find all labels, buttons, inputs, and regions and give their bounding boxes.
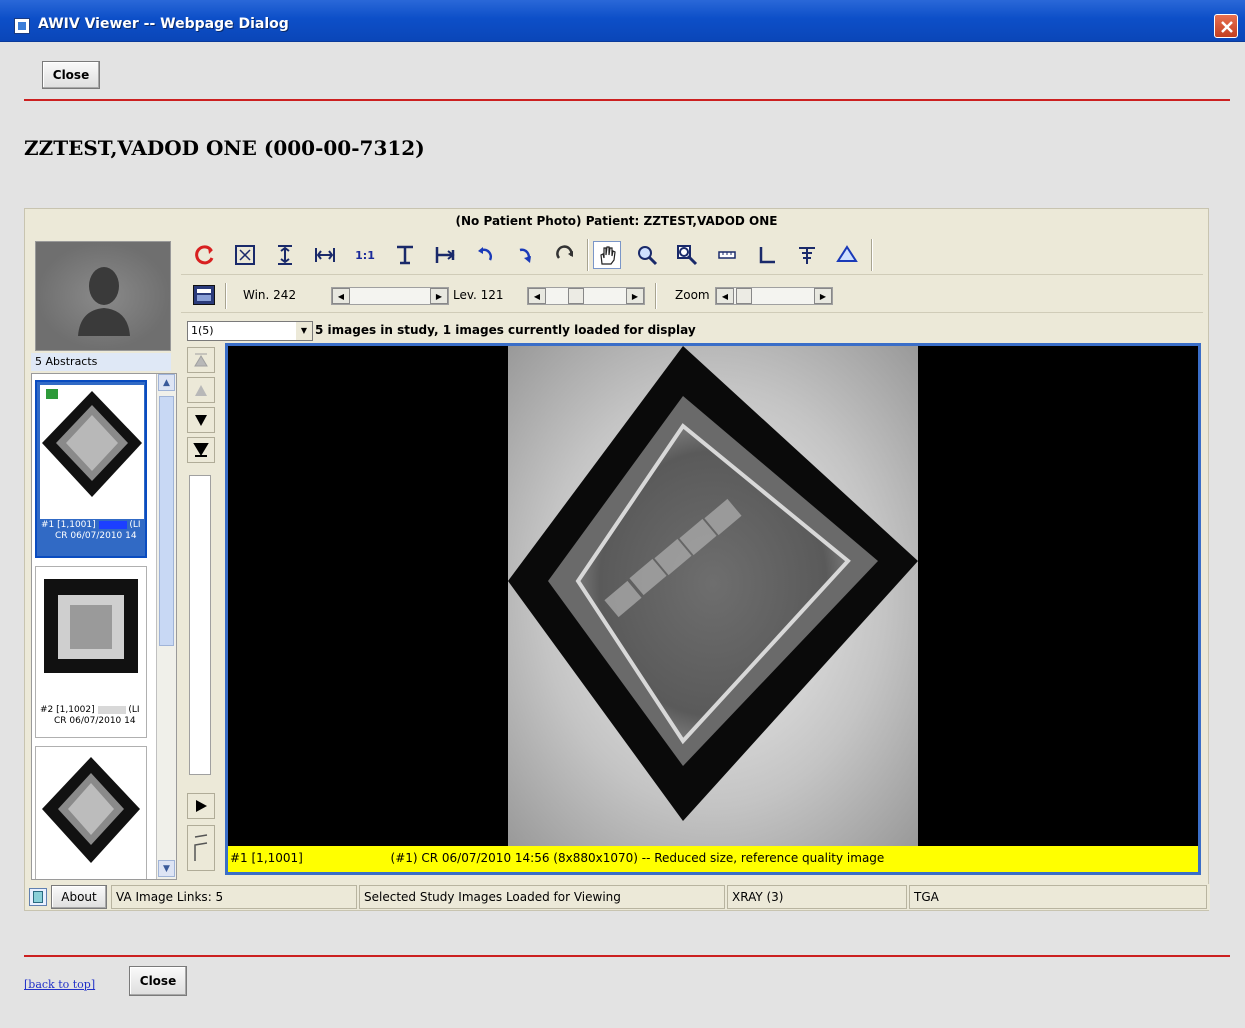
level-decrease-arrow[interactable]: ◀ bbox=[528, 288, 546, 304]
thumbnail-caption-2: #2 [1,1002] (LI CR 06/07/2010 14 bbox=[40, 705, 140, 726]
rotate-right-icon[interactable] bbox=[511, 241, 539, 269]
window-titlebar: AWIV Viewer -- Webpage Dialog bbox=[0, 0, 1245, 42]
window-level-preset-icon[interactable] bbox=[193, 285, 215, 305]
thumbnail-item-1[interactable]: #1 [1,1001] (LI CR 06/07/2010 14 bbox=[35, 380, 147, 558]
reset-icon[interactable] bbox=[191, 241, 219, 269]
level-increase-arrow[interactable]: ▶ bbox=[626, 288, 644, 304]
magnifier-icon[interactable] bbox=[673, 241, 701, 269]
angle-icon[interactable] bbox=[753, 241, 781, 269]
image-caption-details: (#1) CR 06/07/2010 14:56 (8x880x1070) --… bbox=[390, 851, 885, 865]
fit-to-window-icon[interactable] bbox=[231, 241, 259, 269]
window-slider[interactable]: ◀ ▶ bbox=[331, 287, 449, 305]
scrollbar-thumb[interactable] bbox=[159, 396, 174, 646]
zoom-decrease-arrow[interactable]: ◀ bbox=[716, 288, 734, 304]
tool-toolbar: 1:1 bbox=[181, 235, 1203, 275]
close-icon bbox=[1221, 21, 1233, 33]
speed-slider-icon bbox=[194, 834, 208, 861]
thumbnail-image bbox=[40, 571, 142, 701]
xray-image bbox=[508, 346, 918, 846]
level-label: Lev. 121 bbox=[453, 288, 504, 302]
zoom-slider[interactable]: ◀ ▶ bbox=[715, 287, 833, 305]
person-silhouette-icon bbox=[78, 267, 130, 336]
previous-image-icon bbox=[195, 385, 207, 396]
modality-status: XRAY (3) bbox=[727, 885, 907, 909]
window-increase-arrow[interactable]: ▶ bbox=[430, 288, 448, 304]
document-icon[interactable] bbox=[29, 888, 47, 906]
level-slider[interactable]: ◀ ▶ bbox=[527, 287, 645, 305]
first-image-button[interactable] bbox=[187, 347, 215, 373]
load-status: Selected Study Images Loaded for Viewing bbox=[359, 885, 725, 909]
patient-photo-placeholder bbox=[35, 241, 171, 351]
toolbar-separator bbox=[655, 283, 657, 309]
thumbnail-item-3[interactable] bbox=[35, 746, 147, 879]
back-to-top-link[interactable]: [back to top] bbox=[24, 978, 95, 991]
abstracts-panel: 5 Abstracts #1 [1,1001] (LI CR 06/07/201… bbox=[31, 237, 177, 880]
rotate-left-icon[interactable] bbox=[471, 241, 499, 269]
image-scroll-track[interactable] bbox=[189, 475, 211, 775]
thumbnail-caption-1: #1 [1,1001] (LI CR 06/07/2010 14 bbox=[41, 520, 141, 541]
next-image-icon bbox=[195, 415, 207, 426]
image-caption-id: #1 [1,1001] bbox=[230, 851, 303, 865]
thumbnail-image bbox=[40, 385, 144, 519]
cine-speed-control[interactable] bbox=[187, 825, 215, 871]
fit-width-icon[interactable] bbox=[311, 241, 339, 269]
main-image-display[interactable]: #1 [1,1001] (#1) CR 06/07/2010 14:56 (8x… bbox=[225, 343, 1201, 875]
erase-icon[interactable] bbox=[833, 241, 861, 269]
flip-horizontal-icon[interactable] bbox=[431, 241, 459, 269]
toolbar-separator bbox=[225, 283, 227, 309]
thumbnail-list: #1 [1,1001] (LI CR 06/07/2010 14 #2 [1,1… bbox=[31, 373, 177, 880]
image-select-dropdown[interactable]: 1(5) ▼ bbox=[187, 321, 313, 341]
zoom-label: Zoom bbox=[675, 288, 710, 302]
study-info-row: 1(5) ▼ 5 images in study, 1 images curre… bbox=[181, 319, 1203, 341]
flip-vertical-icon[interactable] bbox=[391, 241, 419, 269]
close-button-bottom[interactable]: Close bbox=[129, 966, 187, 996]
previous-image-button[interactable] bbox=[187, 377, 215, 403]
ie-window-icon bbox=[14, 18, 30, 34]
thumbnail-item-2[interactable]: #2 [1,1002] (LI CR 06/07/2010 14 bbox=[35, 566, 147, 738]
divider-top bbox=[24, 99, 1230, 101]
divider-bottom bbox=[24, 955, 1230, 957]
play-icon bbox=[196, 800, 207, 812]
toolbar-separator bbox=[871, 239, 873, 271]
window-title: AWIV Viewer -- Webpage Dialog bbox=[38, 16, 289, 32]
image-caption-bar: #1 [1,1001] (#1) CR 06/07/2010 14:56 (8x… bbox=[228, 846, 1198, 872]
last-image-button[interactable] bbox=[187, 437, 215, 463]
format-status: TGA bbox=[909, 885, 1207, 909]
level-slider-knob[interactable] bbox=[568, 288, 584, 304]
image-viewer: (No Patient Photo) Patient: ZZTEST,VADOD… bbox=[24, 208, 1210, 911]
first-image-icon bbox=[194, 353, 208, 367]
toolbar-separator bbox=[587, 239, 589, 271]
zoom-increase-arrow[interactable]: ▶ bbox=[814, 288, 832, 304]
abstracts-count: 5 Abstracts bbox=[31, 353, 171, 371]
last-image-icon bbox=[193, 443, 209, 457]
thumbnail-scrollbar[interactable]: ▲ ▼ bbox=[156, 374, 176, 879]
image-navigation bbox=[181, 345, 221, 875]
about-button[interactable]: About bbox=[51, 885, 107, 909]
chevron-down-icon: ▼ bbox=[296, 322, 312, 340]
annotation-icon[interactable] bbox=[793, 241, 821, 269]
fit-height-icon[interactable] bbox=[271, 241, 299, 269]
study-info-text: 5 images in study, 1 images currently lo… bbox=[315, 323, 696, 337]
scroll-down-button[interactable]: ▼ bbox=[158, 860, 175, 877]
patient-heading: ZZTEST,VADOD ONE (000-00-7312) bbox=[24, 136, 425, 160]
scroll-up-button[interactable]: ▲ bbox=[158, 374, 175, 391]
zoom-slider-knob[interactable] bbox=[736, 288, 752, 304]
window-decrease-arrow[interactable]: ◀ bbox=[332, 288, 350, 304]
close-button-top[interactable]: Close bbox=[42, 61, 100, 89]
rotate-180-icon[interactable] bbox=[551, 241, 579, 269]
pan-hand-icon[interactable] bbox=[593, 241, 621, 269]
thumbnail-image bbox=[40, 751, 142, 879]
actual-size-icon[interactable]: 1:1 bbox=[351, 241, 379, 269]
viewer-statusbar: About VA Image Links: 5 Selected Study I… bbox=[25, 884, 1210, 910]
image-links-status: VA Image Links: 5 bbox=[111, 885, 357, 909]
viewer-header: (No Patient Photo) Patient: ZZTEST,VADOD… bbox=[455, 214, 778, 228]
play-cine-button[interactable] bbox=[187, 793, 215, 819]
window-label: Win. 242 bbox=[243, 288, 297, 302]
window-close-button[interactable] bbox=[1214, 14, 1238, 38]
window-level-toolbar: Win. 242 ◀ ▶ Lev. 121 ◀ ▶ Zoom ◀ ▶ bbox=[181, 279, 1203, 313]
zoom-rect-icon[interactable] bbox=[633, 241, 661, 269]
ruler-icon[interactable] bbox=[713, 241, 741, 269]
next-image-button[interactable] bbox=[187, 407, 215, 433]
